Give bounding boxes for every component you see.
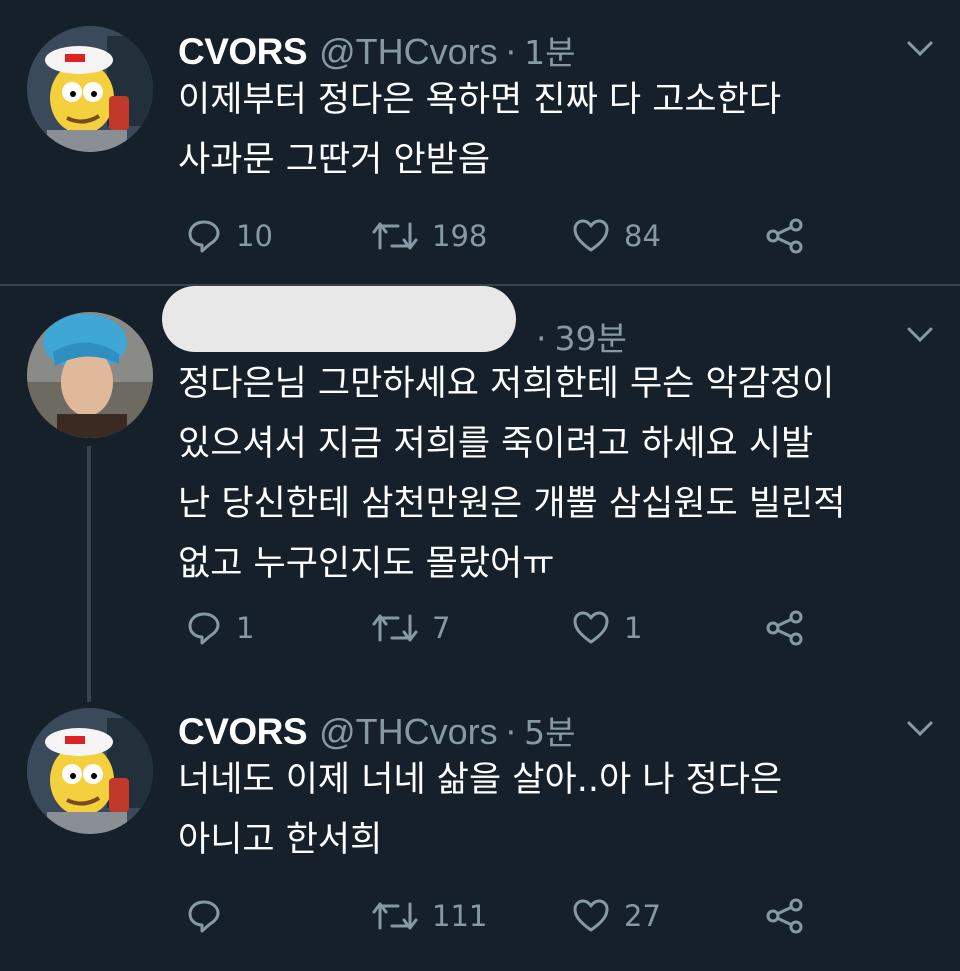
- tweet-text-line: 난 당신한테 삼천만원은 개뿔 삼십원도 빌린적: [178, 484, 846, 524]
- share-button[interactable]: [766, 218, 804, 254]
- tweet-1[interactable]: CVORS @THCvors · 1분 이제부터 정다은 욕하면 진짜 다 고소…: [0, 0, 960, 284]
- share-button[interactable]: [766, 610, 804, 646]
- like-count: 27: [624, 899, 661, 933]
- tweet-text-line: 아니고 한서희: [178, 820, 383, 860]
- retweet-button[interactable]: 111: [372, 898, 487, 934]
- tweet-text: 너네도 이제 너네 삶을 살아..아 나 정다은 아니고 한서희: [178, 750, 938, 870]
- tweet-text-line: 없고 누구인지도 몰랐어ㅠ: [178, 544, 555, 584]
- tweet-text: 이제부터 정다은 욕하면 진짜 다 고소한다 사과문 그딴거 안받음: [178, 70, 938, 190]
- separator-dot: ·: [505, 33, 517, 72]
- tweet-text: 정다은님 그만하세요 저희한테 무슨 악감정이 있으셔서 지금 저희를 죽이려고…: [178, 354, 938, 594]
- tweet-text-line: 너네도 이제 너네 삶을 살아..아 나 정다은: [178, 760, 783, 800]
- like-icon: [573, 611, 609, 644]
- tweet-actions: 111 27: [0, 898, 960, 942]
- share-icon: [766, 610, 803, 646]
- tweet-text-line: 이제부터 정다은 욕하면 진짜 다 고소한다: [178, 80, 782, 120]
- reply-count: 10: [236, 219, 273, 253]
- timestamp[interactable]: 39분: [555, 312, 627, 360]
- user-handle[interactable]: @THCvors: [319, 711, 498, 753]
- tweet-text-line: 정다은님 그만하세요 저희한테 무슨 악감정이: [178, 364, 835, 404]
- thread-connector: [87, 446, 91, 702]
- chevron-down-icon[interactable]: [906, 40, 934, 58]
- separator-dot: ·: [505, 713, 517, 752]
- avatar-user[interactable]: [27, 312, 153, 438]
- reply-count: 1: [236, 611, 255, 645]
- reply-button[interactable]: [186, 898, 236, 934]
- retweet-button[interactable]: 7: [372, 610, 450, 646]
- chevron-down-icon[interactable]: [906, 720, 934, 738]
- display-name[interactable]: CVORS: [178, 31, 308, 73]
- tweet-text-line: 사과문 그딴거 안받음: [178, 140, 491, 180]
- tweet-text-line: 있으셔서 지금 저희를 죽이려고 하세요 시발: [178, 424, 814, 464]
- tweet-actions: 10 198 84: [0, 218, 960, 262]
- like-icon: [573, 219, 609, 252]
- like-count: 1: [624, 611, 643, 645]
- separator-dot: ·: [536, 319, 547, 358]
- user-handle[interactable]: @THCvors: [319, 31, 498, 73]
- retweet-count: 198: [432, 219, 488, 253]
- share-icon: [766, 898, 803, 934]
- avatar-cvors[interactable]: [27, 708, 153, 834]
- chevron-down-icon[interactable]: [906, 326, 934, 344]
- retweet-icon: [372, 902, 418, 930]
- reply-icon: [188, 220, 220, 253]
- like-button[interactable]: 1: [572, 610, 642, 646]
- timestamp[interactable]: 1분: [524, 26, 575, 74]
- retweet-button[interactable]: 198: [372, 218, 487, 254]
- retweet-count: 7: [432, 611, 451, 645]
- reply-button[interactable]: 1: [186, 610, 254, 646]
- avatar-cvors[interactable]: [27, 26, 153, 152]
- tweet-actions: 1 7 1: [0, 610, 960, 654]
- reply-button[interactable]: 10: [186, 218, 273, 254]
- retweet-icon: [372, 614, 418, 642]
- retweet-icon: [372, 222, 418, 250]
- display-name[interactable]: CVORS: [178, 711, 308, 753]
- share-button[interactable]: [766, 898, 804, 934]
- timestamp[interactable]: 5분: [524, 706, 575, 754]
- redaction-overlay: [162, 286, 516, 352]
- tweet-3[interactable]: CVORS @THCvors · 5분 너네도 이제 너네 삶을 살아..아 나…: [0, 700, 960, 971]
- like-button[interactable]: 27: [572, 898, 661, 934]
- reply-icon: [188, 900, 220, 933]
- retweet-count: 111: [432, 899, 488, 933]
- like-icon: [573, 899, 609, 932]
- like-count: 84: [624, 219, 661, 253]
- reply-icon: [188, 612, 220, 645]
- share-icon: [766, 218, 803, 254]
- like-button[interactable]: 84: [572, 218, 661, 254]
